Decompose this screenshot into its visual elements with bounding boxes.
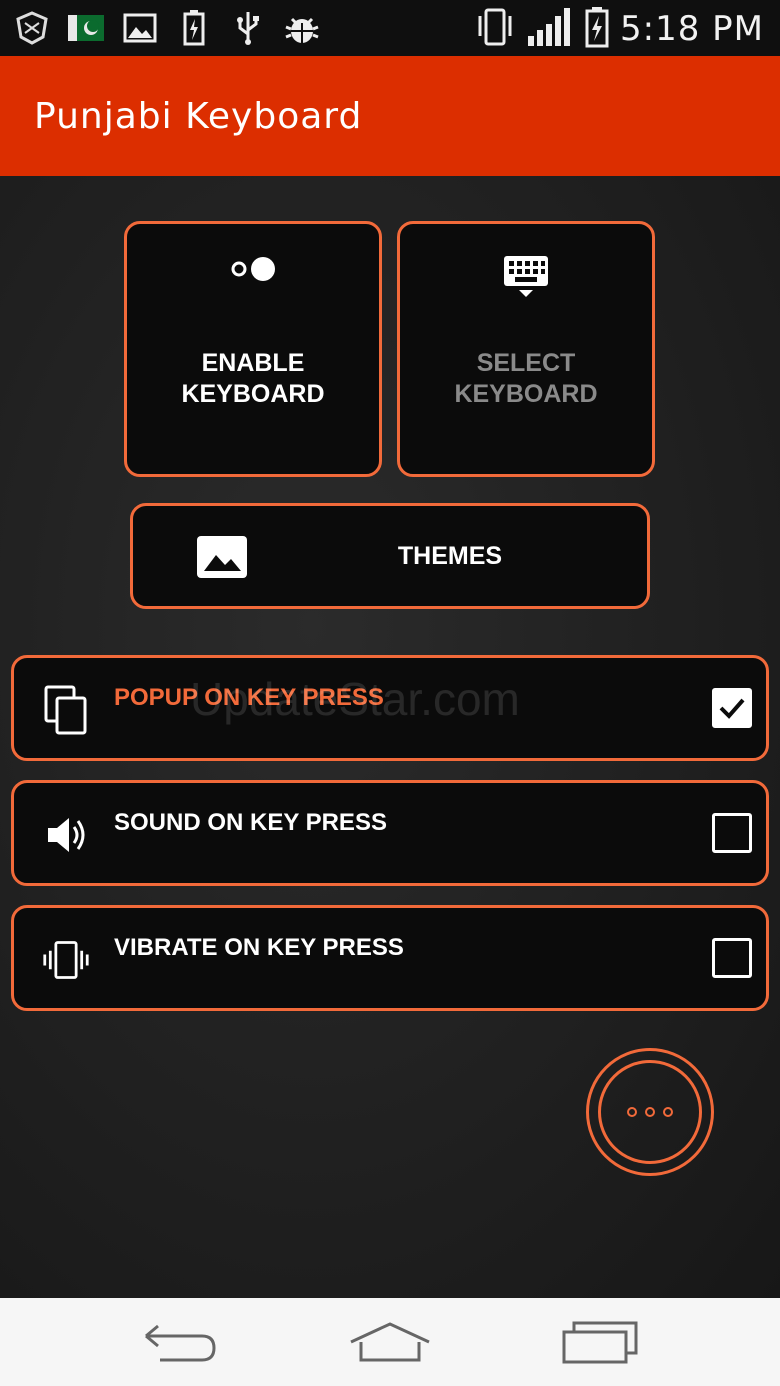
select-keyboard-button[interactable]: SELECT KEYBOARD (397, 221, 655, 477)
battery-charging-icon (176, 10, 212, 46)
battery-icon (584, 6, 610, 52)
back-button[interactable] (132, 1316, 228, 1368)
android-debug-icon (284, 10, 320, 46)
select-keyboard-label: SELECT KEYBOARD (454, 349, 598, 408)
vibrate-on-key-press-option[interactable]: VIBRATE ON KEY PRESS (11, 905, 769, 1011)
main-content: ENABLE KEYBOARD SELECT KEYBOARD THEMES P… (0, 176, 780, 1298)
popup-checkbox[interactable] (712, 688, 752, 728)
dot (645, 1107, 655, 1117)
themes-label: THEMES (397, 542, 503, 570)
image-icon (122, 10, 158, 46)
themes-button[interactable]: THEMES (130, 503, 650, 609)
vibrate-checkbox[interactable] (712, 938, 752, 978)
notification-icons (14, 10, 320, 46)
back-icon (145, 1324, 216, 1362)
vibrate-mode-icon (474, 6, 516, 52)
pakistan-flag-icon (68, 10, 104, 46)
keyboard-icon (400, 254, 652, 298)
popup-on-key-press-option[interactable]: POPUP ON KEY PRESS (11, 655, 769, 761)
recents-button[interactable] (552, 1316, 648, 1368)
sound-option-label: SOUND ON KEY PRESS (114, 809, 387, 836)
vibrate-option-label: VIBRATE ON KEY PRESS (114, 934, 404, 961)
recents-icon (562, 1321, 638, 1364)
usb-icon (230, 10, 266, 46)
enable-keyboard-button[interactable]: ENABLE KEYBOARD (124, 221, 382, 477)
shield-icon (14, 10, 50, 46)
sound-checkbox[interactable] (712, 813, 752, 853)
more-dots-icon (598, 1060, 702, 1164)
speaker-icon (42, 811, 90, 859)
app-bar: Punjabi Keyboard (0, 56, 780, 176)
more-options-button[interactable] (586, 1048, 714, 1176)
copy-icon (42, 685, 90, 735)
dot (627, 1107, 637, 1117)
system-icons: 5:18 PM (474, 6, 764, 52)
home-button[interactable] (342, 1316, 438, 1368)
popup-option-label: POPUP ON KEY PRESS (114, 684, 384, 711)
enable-keyboard-label: ENABLE KEYBOARD (181, 349, 325, 408)
status-bar: 5:18 PM (0, 0, 780, 56)
toggle-icon (127, 254, 379, 284)
home-icon (350, 1322, 430, 1362)
app-title: Punjabi Keyboard (34, 96, 363, 137)
sound-on-key-press-option[interactable]: SOUND ON KEY PRESS (11, 780, 769, 886)
navigation-bar (0, 1298, 780, 1386)
status-time: 5:18 PM (620, 9, 764, 49)
vibrate-icon (42, 936, 90, 984)
dot (663, 1107, 673, 1117)
signal-icon (526, 6, 574, 52)
